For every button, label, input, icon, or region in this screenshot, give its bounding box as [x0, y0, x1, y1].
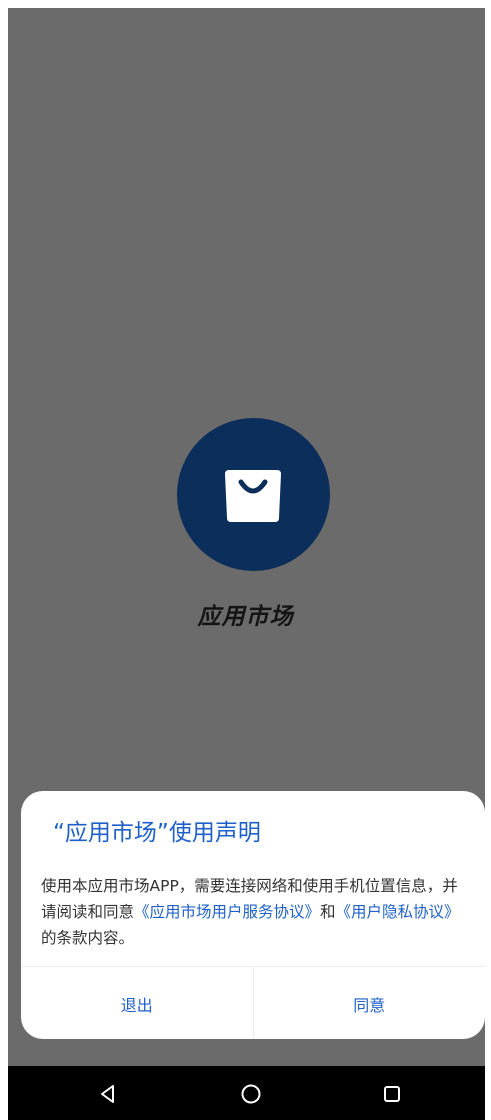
circle-home-icon[interactable]	[240, 1083, 262, 1105]
system-navigation-bar	[8, 1066, 485, 1120]
screen: 应用市场 “应用市场”使用声明 使用本应用市场APP，需要连接网络和使用手机位置…	[0, 0, 491, 1120]
conjunction-text: 和	[320, 903, 336, 921]
body-suffix-text: 的条款内容。	[41, 929, 135, 947]
triangle-back-icon[interactable]	[97, 1083, 119, 1105]
shopping-bag-icon	[225, 470, 281, 522]
usage-statement-dialog: “应用市场”使用声明 使用本应用市场APP，需要连接网络和使用手机位置信息，并请…	[21, 791, 485, 1039]
service-agreement-link[interactable]: 《应用市场用户服务协议》	[134, 903, 320, 921]
app-name-label: 应用市场	[197, 604, 294, 630]
dialog-title: “应用市场”使用声明	[53, 820, 261, 846]
square-recents-icon[interactable]	[381, 1083, 403, 1105]
dialog-button-row: 退出 同意	[21, 966, 485, 1039]
dialog-body: 使用本应用市场APP，需要连接网络和使用手机位置信息，并请阅读和同意《应用市场用…	[41, 873, 471, 951]
app-logo	[177, 418, 330, 571]
privacy-agreement-link[interactable]: 《用户隐私协议》	[336, 903, 460, 921]
agree-button[interactable]: 同意	[254, 967, 486, 1039]
exit-button[interactable]: 退出	[21, 967, 253, 1039]
